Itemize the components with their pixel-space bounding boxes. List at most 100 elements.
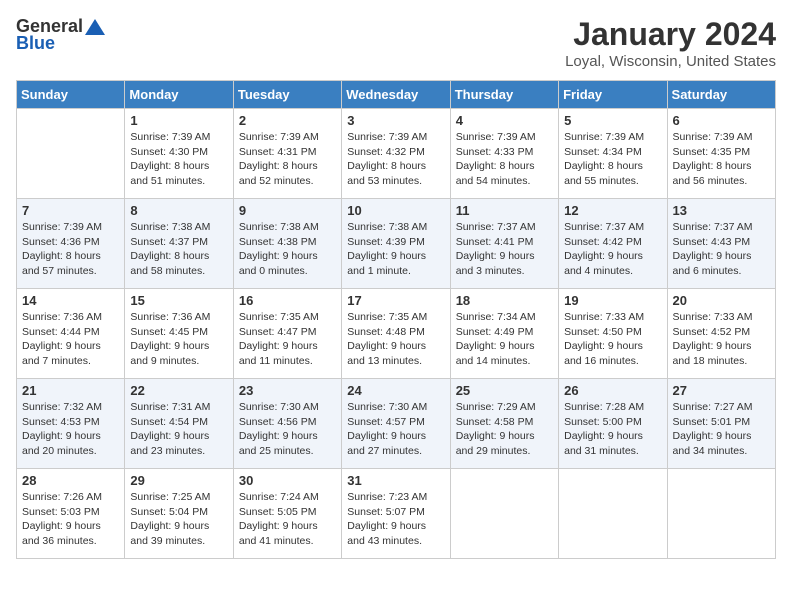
calendar-week-5: 28Sunrise: 7:26 AMSunset: 5:03 PMDayligh… bbox=[17, 469, 776, 559]
day-info: Sunrise: 7:38 AMSunset: 4:37 PMDaylight:… bbox=[130, 220, 227, 279]
calendar-cell: 4 Sunrise: 7:39 AMSunset: 4:33 PMDaylight… bbox=[450, 109, 558, 199]
logo: General Blue bbox=[16, 16, 107, 54]
column-header-friday: Friday bbox=[559, 81, 667, 109]
calendar-cell: 19 Sunrise: 7:33 AMSunset: 4:50 PMDayligh… bbox=[559, 289, 667, 379]
day-info: Sunrise: 7:36 AMSunset: 4:44 PMDaylight:… bbox=[22, 310, 119, 369]
column-header-saturday: Saturday bbox=[667, 81, 775, 109]
day-info: Sunrise: 7:32 AMSunset: 4:53 PMDaylight:… bbox=[22, 400, 119, 459]
calendar-cell: 6Sunrise: 7:39 AMSunset: 4:35 PMDaylight… bbox=[667, 109, 775, 199]
day-number: 22 bbox=[130, 383, 227, 398]
calendar-cell: 26 Sunrise: 7:28 AMSunset: 5:00 PMDayligh… bbox=[559, 379, 667, 469]
day-info: Sunrise: 7:33 AMSunset: 4:50 PMDaylight:… bbox=[564, 310, 661, 369]
page-subtitle: Loyal, Wisconsin, United States bbox=[565, 53, 776, 70]
day-number: 30 bbox=[239, 473, 336, 488]
day-info: Sunrise: 7:34 AMSunset: 4:49 PMDaylight:… bbox=[456, 310, 553, 369]
day-number: 15 bbox=[130, 293, 227, 308]
day-info: Sunrise: 7:26 AMSunset: 5:03 PMDaylight:… bbox=[22, 490, 119, 549]
column-header-wednesday: Wednesday bbox=[342, 81, 450, 109]
calendar-cell: 28Sunrise: 7:26 AMSunset: 5:03 PMDayligh… bbox=[17, 469, 125, 559]
column-header-tuesday: Tuesday bbox=[233, 81, 341, 109]
column-header-thursday: Thursday bbox=[450, 81, 558, 109]
calendar-cell: 16Sunrise: 7:35 AMSunset: 4:47 PMDayligh… bbox=[233, 289, 341, 379]
calendar-cell: 7 Sunrise: 7:39 AMSunset: 4:36 PMDaylight… bbox=[17, 199, 125, 289]
calendar-cell: 20Sunrise: 7:33 AMSunset: 4:52 PMDayligh… bbox=[667, 289, 775, 379]
day-info: Sunrise: 7:39 AMSunset: 4:33 PMDaylight:… bbox=[456, 130, 553, 189]
day-number: 31 bbox=[347, 473, 444, 488]
calendar-cell: 25 Sunrise: 7:29 AMSunset: 4:58 PMDayligh… bbox=[450, 379, 558, 469]
day-info: Sunrise: 7:38 AMSunset: 4:39 PMDaylight:… bbox=[347, 220, 444, 279]
calendar-cell bbox=[450, 469, 558, 559]
day-number: 17 bbox=[347, 293, 444, 308]
day-number: 11 bbox=[456, 203, 553, 218]
day-number: 10 bbox=[347, 203, 444, 218]
day-info: Sunrise: 7:29 AMSunset: 4:58 PMDaylight:… bbox=[456, 400, 553, 459]
day-info: Sunrise: 7:24 AMSunset: 5:05 PMDaylight:… bbox=[239, 490, 336, 549]
day-info: Sunrise: 7:30 AMSunset: 4:57 PMDaylight:… bbox=[347, 400, 444, 459]
day-number: 25 bbox=[456, 383, 553, 398]
calendar-week-2: 7 Sunrise: 7:39 AMSunset: 4:36 PMDaylight… bbox=[17, 199, 776, 289]
day-info: Sunrise: 7:39 AMSunset: 4:35 PMDaylight:… bbox=[673, 130, 770, 189]
day-number: 14 bbox=[22, 293, 119, 308]
calendar-cell: 17 Sunrise: 7:35 AMSunset: 4:48 PMDayligh… bbox=[342, 289, 450, 379]
day-number: 7 bbox=[22, 203, 119, 218]
day-info: Sunrise: 7:35 AMSunset: 4:48 PMDaylight:… bbox=[347, 310, 444, 369]
day-info: Sunrise: 7:38 AMSunset: 4:38 PMDaylight:… bbox=[239, 220, 336, 279]
calendar-cell bbox=[667, 469, 775, 559]
day-number: 26 bbox=[564, 383, 661, 398]
day-number: 5 bbox=[564, 113, 661, 128]
calendar-cell: 30 Sunrise: 7:24 AMSunset: 5:05 PMDayligh… bbox=[233, 469, 341, 559]
calendar-cell: 11 Sunrise: 7:37 AMSunset: 4:41 PMDayligh… bbox=[450, 199, 558, 289]
logo-blue-text: Blue bbox=[16, 33, 55, 54]
day-info: Sunrise: 7:28 AMSunset: 5:00 PMDaylight:… bbox=[564, 400, 661, 459]
logo-icon bbox=[85, 17, 105, 37]
day-info: Sunrise: 7:31 AMSunset: 4:54 PMDaylight:… bbox=[130, 400, 227, 459]
calendar-cell: 9 Sunrise: 7:38 AMSunset: 4:38 PMDaylight… bbox=[233, 199, 341, 289]
day-number: 23 bbox=[239, 383, 336, 398]
day-number: 3 bbox=[347, 113, 444, 128]
calendar-week-3: 14 Sunrise: 7:36 AMSunset: 4:44 PMDayligh… bbox=[17, 289, 776, 379]
day-number: 9 bbox=[239, 203, 336, 218]
day-number: 1 bbox=[130, 113, 227, 128]
calendar-cell: 8 Sunrise: 7:38 AMSunset: 4:37 PMDaylight… bbox=[125, 199, 233, 289]
day-info: Sunrise: 7:27 AMSunset: 5:01 PMDaylight:… bbox=[673, 400, 770, 459]
calendar-cell: 15 Sunrise: 7:36 AMSunset: 4:45 PMDayligh… bbox=[125, 289, 233, 379]
day-info: Sunrise: 7:30 AMSunset: 4:56 PMDaylight:… bbox=[239, 400, 336, 459]
day-number: 13 bbox=[673, 203, 770, 218]
calendar-cell: 12Sunrise: 7:37 AMSunset: 4:42 PMDayligh… bbox=[559, 199, 667, 289]
calendar-cell bbox=[559, 469, 667, 559]
day-info: Sunrise: 7:35 AMSunset: 4:47 PMDaylight:… bbox=[239, 310, 336, 369]
day-number: 12 bbox=[564, 203, 661, 218]
calendar-cell: 2Sunrise: 7:39 AMSunset: 4:31 PMDaylight… bbox=[233, 109, 341, 199]
calendar-cell bbox=[17, 109, 125, 199]
day-number: 19 bbox=[564, 293, 661, 308]
calendar-week-4: 21 Sunrise: 7:32 AMSunset: 4:53 PMDayligh… bbox=[17, 379, 776, 469]
column-header-monday: Monday bbox=[125, 81, 233, 109]
calendar-cell: 1Sunrise: 7:39 AMSunset: 4:30 PMDaylight… bbox=[125, 109, 233, 199]
calendar-cell: 29Sunrise: 7:25 AMSunset: 5:04 PMDayligh… bbox=[125, 469, 233, 559]
day-number: 20 bbox=[673, 293, 770, 308]
calendar-cell: 23 Sunrise: 7:30 AMSunset: 4:56 PMDayligh… bbox=[233, 379, 341, 469]
day-info: Sunrise: 7:36 AMSunset: 4:45 PMDaylight:… bbox=[130, 310, 227, 369]
calendar-cell: 22 Sunrise: 7:31 AMSunset: 4:54 PMDayligh… bbox=[125, 379, 233, 469]
day-number: 4 bbox=[456, 113, 553, 128]
day-number: 24 bbox=[347, 383, 444, 398]
calendar-cell: 24 Sunrise: 7:30 AMSunset: 4:57 PMDayligh… bbox=[342, 379, 450, 469]
column-header-sunday: Sunday bbox=[17, 81, 125, 109]
day-number: 27 bbox=[673, 383, 770, 398]
calendar-cell: 31Sunrise: 7:23 AMSunset: 5:07 PMDayligh… bbox=[342, 469, 450, 559]
day-info: Sunrise: 7:37 AMSunset: 4:41 PMDaylight:… bbox=[456, 220, 553, 279]
day-number: 8 bbox=[130, 203, 227, 218]
calendar-cell: 21 Sunrise: 7:32 AMSunset: 4:53 PMDayligh… bbox=[17, 379, 125, 469]
day-info: Sunrise: 7:39 AMSunset: 4:34 PMDaylight:… bbox=[564, 130, 661, 189]
calendar-week-1: 1Sunrise: 7:39 AMSunset: 4:30 PMDaylight… bbox=[17, 109, 776, 199]
calendar-cell: 18Sunrise: 7:34 AMSunset: 4:49 PMDayligh… bbox=[450, 289, 558, 379]
day-number: 2 bbox=[239, 113, 336, 128]
calendar-cell: 10 Sunrise: 7:38 AMSunset: 4:39 PMDayligh… bbox=[342, 199, 450, 289]
day-number: 29 bbox=[130, 473, 227, 488]
day-info: Sunrise: 7:39 AMSunset: 4:36 PMDaylight:… bbox=[22, 220, 119, 279]
day-info: Sunrise: 7:39 AMSunset: 4:32 PMDaylight:… bbox=[347, 130, 444, 189]
page-title: January 2024 bbox=[565, 16, 776, 53]
calendar-cell: 5 Sunrise: 7:39 AMSunset: 4:34 PMDaylight… bbox=[559, 109, 667, 199]
calendar-table: SundayMondayTuesdayWednesdayThursdayFrid… bbox=[16, 80, 776, 559]
day-number: 21 bbox=[22, 383, 119, 398]
